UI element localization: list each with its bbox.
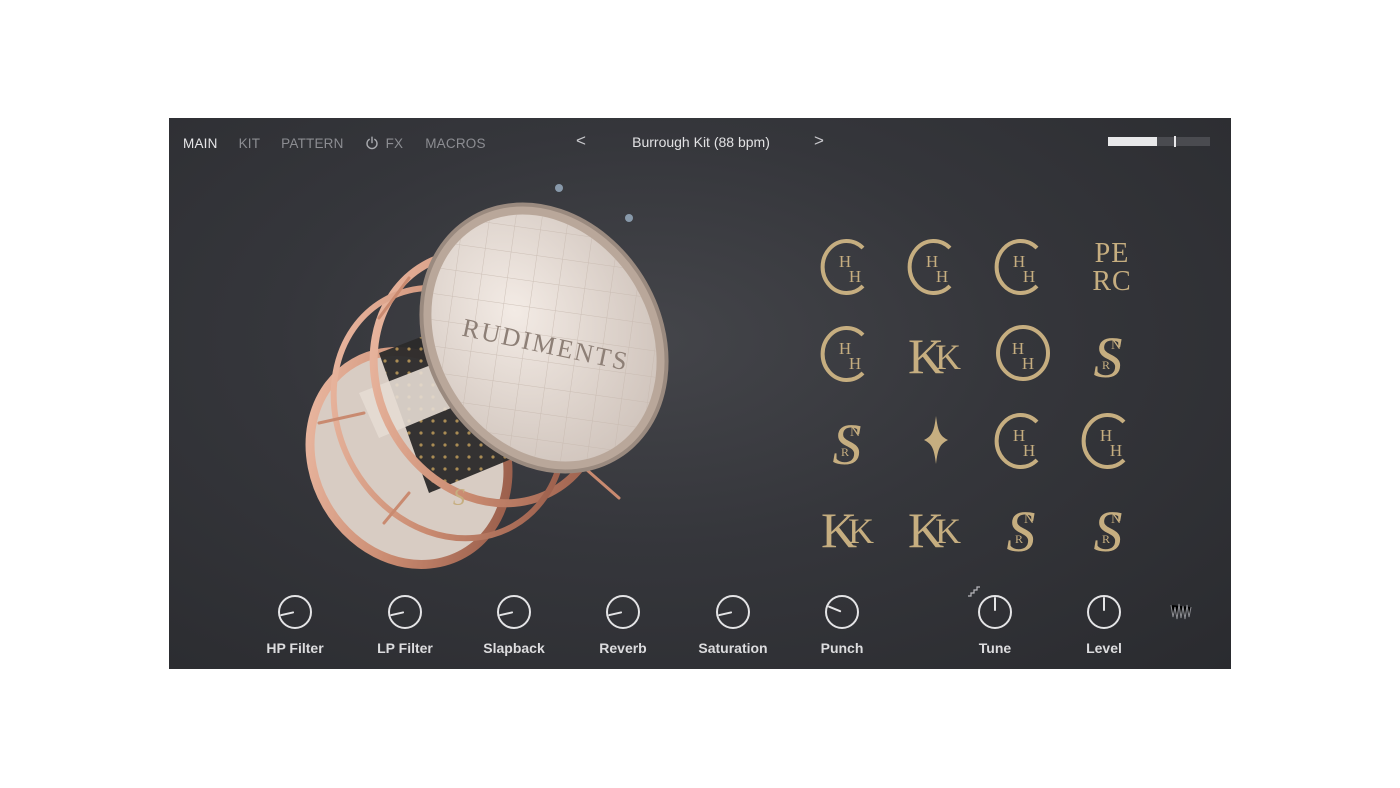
- drum-pad[interactable]: SNR: [1066, 483, 1153, 570]
- svg-text:H: H: [935, 267, 947, 286]
- knob-dial[interactable]: [605, 594, 641, 630]
- knob-dial[interactable]: [277, 594, 313, 630]
- knob-label: Saturation: [698, 640, 768, 656]
- drum-pad[interactable]: HH: [805, 309, 892, 396]
- svg-text:N: N: [1110, 512, 1120, 527]
- knob-dial[interactable]: [977, 594, 1013, 630]
- knob-hp-filter: HP Filter: [245, 594, 345, 656]
- svg-text:K: K: [935, 337, 961, 377]
- knob-dial[interactable]: [824, 594, 860, 630]
- preset-name[interactable]: Burrough Kit (88 bpm): [601, 134, 801, 150]
- pad-kick-icon: KK: [820, 502, 874, 558]
- drum-pad[interactable]: KK: [805, 483, 892, 570]
- pad-snare-icon: SNR: [832, 412, 861, 477]
- svg-text:R: R: [840, 445, 848, 459]
- drum-pad[interactable]: PE RC: [1066, 222, 1153, 309]
- drum-pad[interactable]: KK: [892, 483, 979, 570]
- tab-fx-label: FX: [385, 135, 404, 151]
- output-meter[interactable]: [1108, 136, 1210, 147]
- meter-peak-mark: [1174, 136, 1176, 147]
- pad-kick-icon: KK: [907, 502, 961, 558]
- knob-dial[interactable]: [715, 594, 751, 630]
- pad-snare-icon: SNR: [1093, 325, 1122, 390]
- svg-text:H: H: [848, 354, 860, 373]
- brand-logo-icon: [1170, 603, 1192, 620]
- preset-next-button[interactable]: >: [809, 131, 829, 151]
- pad-hh-closed-icon: HH: [994, 412, 1038, 469]
- svg-text:R: R: [1101, 358, 1109, 372]
- tab-fx[interactable]: FX: [365, 136, 404, 151]
- knob-saturation: Saturation: [683, 594, 783, 656]
- drum-pad[interactable]: SNR: [1066, 309, 1153, 396]
- pad-hh-closed-icon: HH: [907, 238, 951, 295]
- knob-slapback: Slapback: [464, 594, 564, 656]
- tab-pattern[interactable]: PATTERN: [281, 136, 343, 151]
- svg-text:R: R: [1101, 532, 1109, 546]
- drum-pad[interactable]: HH: [892, 222, 979, 309]
- pad-snare-icon: SNR: [1093, 499, 1122, 564]
- pad-perc-icon: PERC: [1092, 238, 1131, 297]
- drum-pad[interactable]: HH: [805, 222, 892, 309]
- pad-snare-icon: SNR: [1006, 499, 1035, 564]
- svg-text:H: H: [1109, 441, 1121, 460]
- svg-text:RC: RC: [1092, 266, 1131, 297]
- svg-text:H: H: [1022, 267, 1034, 286]
- pad-grid: H H H H H H PE RC H H K K H H S N R S N R H H H H K K K K S N R S N R: [805, 222, 1155, 572]
- knob-tune: Tune: [945, 594, 1045, 656]
- tab-macros[interactable]: MACROS: [425, 136, 485, 151]
- drum-pad[interactable]: KK: [892, 309, 979, 396]
- preset-prev-button[interactable]: <: [571, 131, 591, 151]
- svg-text:H: H: [1022, 441, 1034, 460]
- svg-text:K: K: [935, 511, 961, 551]
- knob-label: LP Filter: [377, 640, 433, 656]
- drum-pad[interactable]: HH: [979, 396, 1066, 483]
- knob-label: HP Filter: [266, 640, 324, 656]
- knob-label: Slapback: [483, 640, 545, 656]
- knob-lp-filter: LP Filter: [355, 594, 455, 656]
- svg-text:N: N: [1110, 338, 1120, 353]
- power-icon[interactable]: [365, 136, 379, 150]
- pad-hh-open-icon: HH: [995, 324, 1050, 381]
- pad-star-icon: [923, 415, 948, 464]
- knob-label: Level: [1086, 640, 1122, 656]
- knob-dial[interactable]: [387, 594, 423, 630]
- top-nav: MAIN KIT PATTERN FX MACROS: [183, 134, 507, 152]
- drum-badge-text: S: [453, 485, 465, 511]
- tab-main[interactable]: MAIN: [183, 136, 218, 151]
- pad-hh-closed-icon: HH: [994, 238, 1038, 295]
- svg-text:H: H: [848, 267, 860, 286]
- tab-kit[interactable]: KIT: [239, 136, 261, 151]
- svg-text:R: R: [1014, 532, 1022, 546]
- drum-pad[interactable]: SNR: [805, 396, 892, 483]
- knob-label: Reverb: [599, 640, 647, 656]
- meter-fill: [1108, 137, 1157, 146]
- pad-kick-icon: KK: [907, 328, 961, 384]
- knob-level: Level: [1054, 594, 1154, 656]
- knob-dial[interactable]: [1086, 594, 1122, 630]
- knob-punch: Punch: [792, 594, 892, 656]
- svg-text:PE: PE: [1094, 238, 1129, 269]
- pad-hh-closed-icon: HH: [820, 325, 864, 382]
- snare-drum-illustration: RUDIMENTS S: [305, 184, 669, 569]
- svg-text:H: H: [1021, 354, 1033, 373]
- plugin-panel: MAIN KIT PATTERN FX MACROS < Burrough Ki…: [169, 118, 1231, 669]
- pad-hh-closed-icon: HH: [820, 238, 864, 295]
- svg-text:N: N: [1023, 512, 1033, 527]
- knob-label: Punch: [820, 640, 864, 656]
- drum-pad[interactable]: SNR: [979, 483, 1066, 570]
- drum-pad[interactable]: HH: [979, 222, 1066, 309]
- pad-hh-closed-icon: HH: [1081, 412, 1125, 469]
- knob-label: Tune: [978, 640, 1012, 656]
- svg-text:K: K: [848, 511, 874, 551]
- drum-pad[interactable]: [892, 396, 979, 483]
- knob-dial[interactable]: [496, 594, 532, 630]
- knob-reverb: Reverb: [573, 594, 673, 656]
- drum-pad[interactable]: HH: [979, 309, 1066, 396]
- svg-text:N: N: [849, 425, 859, 440]
- step-icon[interactable]: [967, 585, 981, 597]
- drum-pad[interactable]: HH: [1066, 396, 1153, 483]
